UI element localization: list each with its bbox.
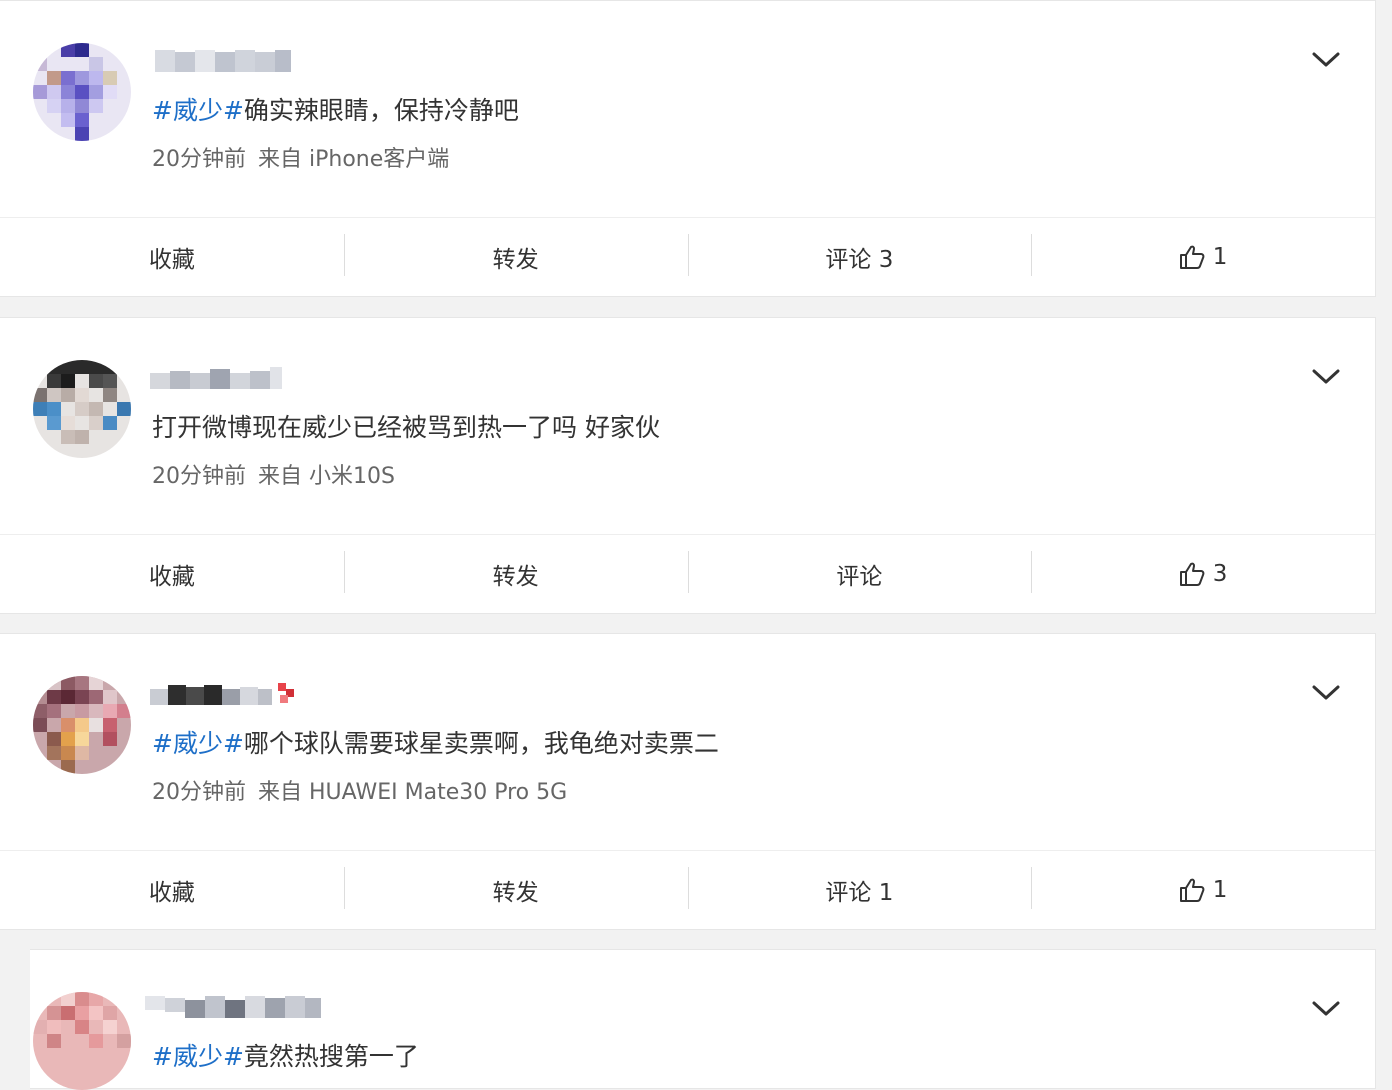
chevron-down-icon[interactable] (1309, 996, 1343, 1020)
post-card: #威少#哪个球队需要球星卖票啊，我龟绝对卖票二 20分钟前 来自 HUAWEI M… (0, 633, 1376, 930)
comment-label: 评论 (836, 563, 883, 590)
post-content: 确实辣眼睛，保持冷静吧 (243, 96, 519, 125)
action-bar: 收藏 转发 评论 1 1 (0, 851, 1375, 928)
post-content: 竟然热搜第一了 (243, 1042, 419, 1071)
username-masked[interactable] (150, 46, 295, 76)
post-body: #威少#哪个球队需要球星卖票啊，我龟绝对卖票二 20分钟前 来自 HUAWEI M… (0, 634, 1375, 851)
action-bar: 收藏 转发 评论 3 (0, 535, 1375, 612)
post-time[interactable]: 20分钟前 (152, 464, 246, 489)
post-text: #威少#确实辣眼睛，保持冷静吧 (152, 92, 762, 130)
like-button[interactable]: 1 (1031, 851, 1375, 928)
like-count: 1 (1212, 243, 1228, 270)
username-masked[interactable] (145, 992, 325, 1022)
post-card: 打开微博现在威少已经被骂到热一了吗 好家伙 20分钟前 来自 小米10S 收藏 转… (0, 317, 1376, 614)
post-source: 来自 HUAWEI Mate30 Pro 5G (258, 780, 568, 805)
favorite-button[interactable]: 收藏 (0, 535, 344, 612)
post-time[interactable]: 20分钟前 (152, 780, 246, 805)
post-meta: 20分钟前 来自 HUAWEI Mate30 Pro 5G (152, 778, 567, 808)
post-content: 哪个球队需要球星卖票啊，我龟绝对卖票二 (243, 729, 719, 758)
post-text: #威少#竟然热搜第一了 (152, 1038, 762, 1076)
avatar[interactable] (33, 360, 131, 458)
comment-label: 评论 3 (825, 246, 894, 273)
username-masked[interactable] (150, 363, 295, 393)
post-text: 打开微博现在威少已经被骂到热一了吗 好家伙 (152, 409, 762, 447)
avatar[interactable] (33, 43, 131, 141)
post-body: 打开微博现在威少已经被骂到热一了吗 好家伙 20分钟前 来自 小米10S (0, 318, 1375, 535)
like-count: 1 (1212, 876, 1228, 903)
favorite-label: 收藏 (148, 246, 195, 273)
post-meta: 20分钟前 来自 iPhone客户端 (152, 145, 449, 175)
repost-label: 转发 (492, 879, 539, 906)
repost-label: 转发 (492, 563, 539, 590)
repost-label: 转发 (492, 246, 539, 273)
post-source: 来自 iPhone客户端 (258, 147, 450, 172)
favorite-button[interactable]: 收藏 (0, 851, 344, 928)
like-button[interactable]: 1 (1031, 218, 1375, 295)
favorite-button[interactable]: 收藏 (0, 218, 344, 295)
favorite-label: 收藏 (148, 563, 195, 590)
username-masked[interactable] (150, 679, 310, 709)
post-card: #威少#确实辣眼睛，保持冷静吧 20分钟前 来自 iPhone客户端 收藏 转发 … (0, 0, 1376, 297)
post-source: 来自 小米10S (258, 464, 395, 489)
repost-button[interactable]: 转发 (343, 851, 688, 928)
action-bar: 收藏 转发 评论 3 1 (0, 218, 1375, 295)
repost-button[interactable]: 转发 (343, 535, 688, 612)
comment-button[interactable]: 评论 (687, 535, 1032, 612)
weibo-comment-feed: #威少#确实辣眼睛，保持冷静吧 20分钟前 来自 iPhone客户端 收藏 转发 … (0, 0, 1392, 1090)
post-body: #威少#竟然热搜第一了 (30, 950, 1375, 1090)
comment-button[interactable]: 评论 1 (687, 851, 1032, 928)
post-body: #威少#确实辣眼睛，保持冷静吧 20分钟前 来自 iPhone客户端 (0, 1, 1375, 218)
chevron-down-icon[interactable] (1309, 47, 1343, 71)
post-content: 打开微博现在威少已经被骂到热一了吗 好家伙 (152, 413, 660, 442)
chevron-down-icon[interactable] (1309, 680, 1343, 704)
thumbs-up-icon (1179, 562, 1205, 586)
like-button[interactable]: 3 (1031, 535, 1375, 612)
topic-link[interactable]: #威少# (152, 96, 244, 125)
comment-button[interactable]: 评论 3 (687, 218, 1032, 295)
topic-link[interactable]: #威少# (152, 729, 244, 758)
post-card: #威少#竟然热搜第一了 (30, 949, 1376, 1090)
favorite-label: 收藏 (148, 879, 195, 906)
post-text: #威少#哪个球队需要球星卖票啊，我龟绝对卖票二 (152, 725, 762, 763)
avatar[interactable] (33, 676, 131, 774)
post-time[interactable]: 20分钟前 (152, 147, 246, 172)
topic-link[interactable]: #威少# (152, 1042, 244, 1071)
like-count: 3 (1212, 560, 1228, 587)
comment-label: 评论 1 (825, 879, 894, 906)
repost-button[interactable]: 转发 (343, 218, 688, 295)
thumbs-up-icon (1179, 878, 1205, 902)
avatar[interactable] (33, 992, 131, 1090)
post-meta: 20分钟前 来自 小米10S (152, 462, 395, 492)
thumbs-up-icon (1179, 245, 1205, 269)
chevron-down-icon[interactable] (1309, 364, 1343, 388)
